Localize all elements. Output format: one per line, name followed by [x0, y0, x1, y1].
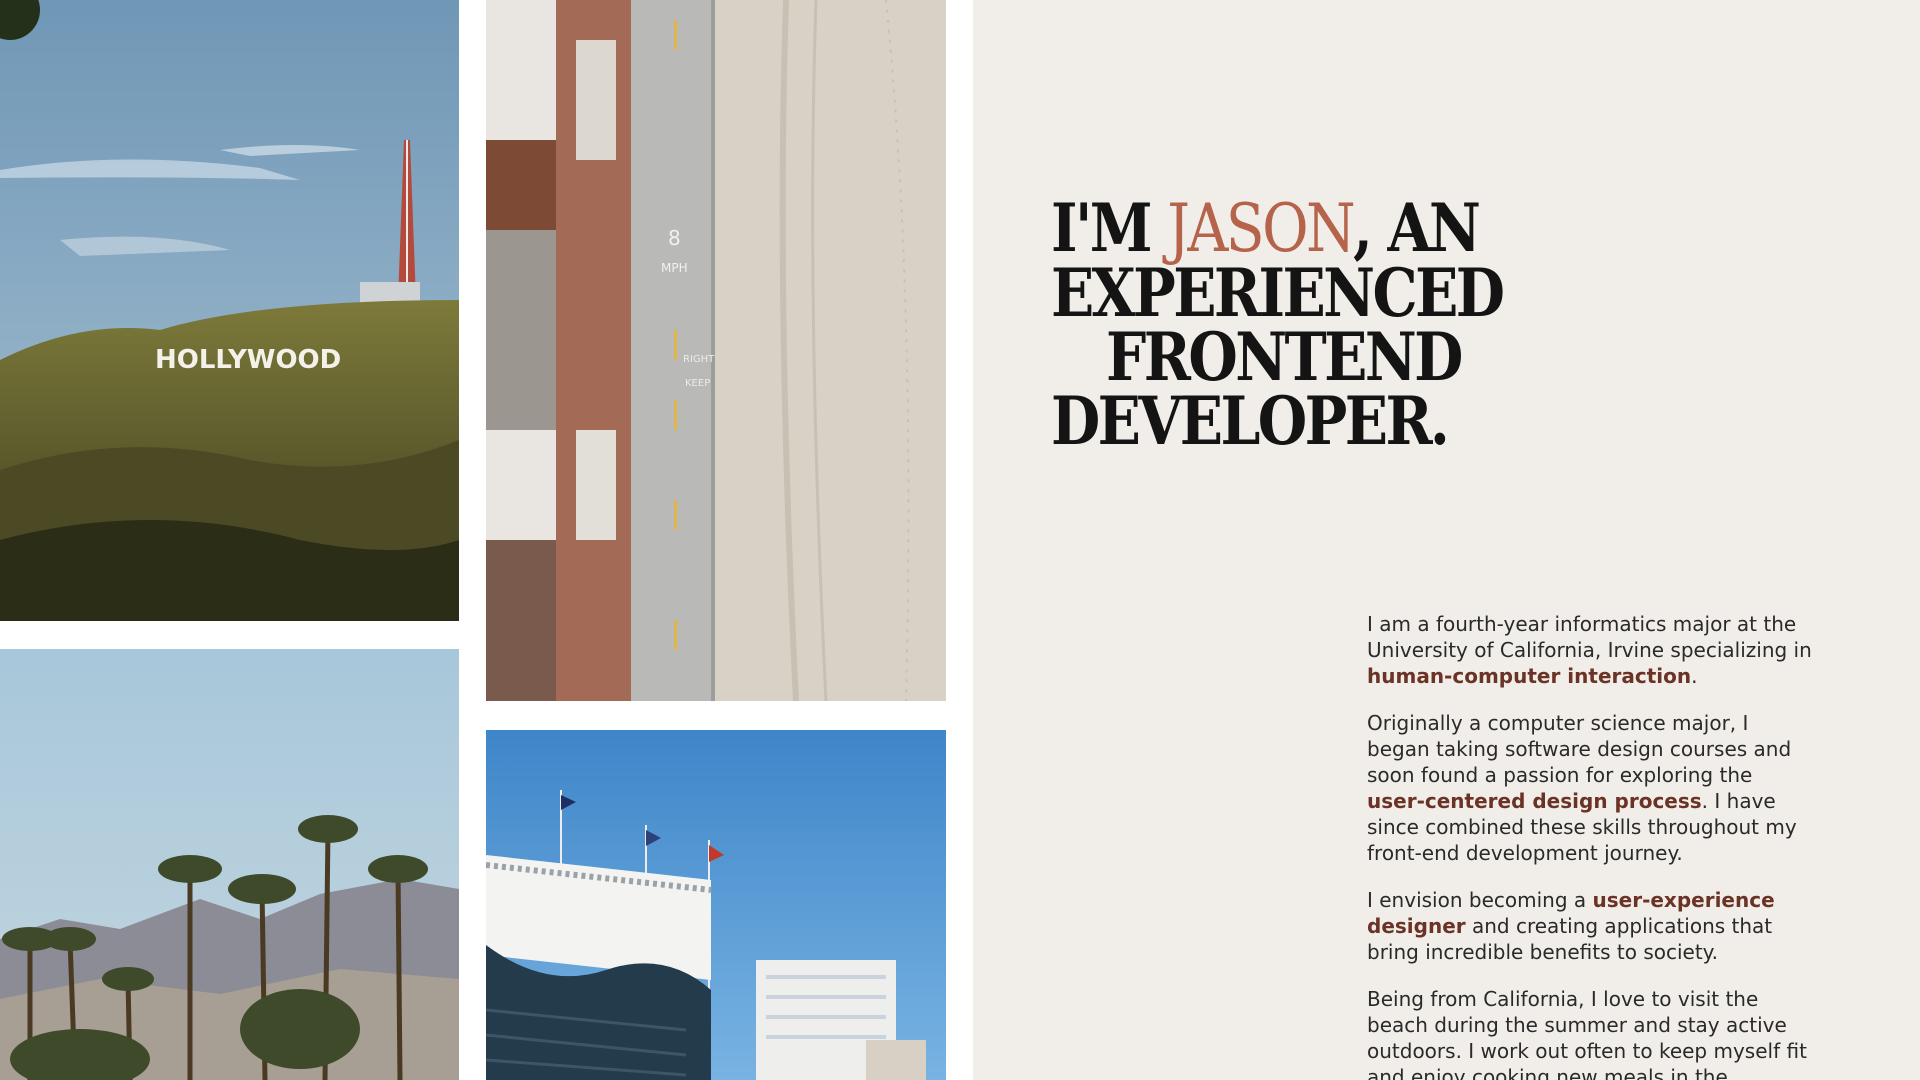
beach-aerial-photo: 8 MPH RIGHT KEEP [486, 0, 946, 701]
road-speed-text: 8 [668, 226, 681, 250]
road-right-text: RIGHT [683, 354, 715, 365]
hollywood-photo: HOLLYWOOD [0, 0, 459, 621]
bio-paragraph-1: I am a fourth-year informatics major at … [1367, 612, 1812, 688]
hero-heading: I'M JASON, AN EXPERIENCED FRONTEND DEVEL… [1051, 195, 1533, 460]
bio-paragraph-2: Originally a computer science major, I b… [1367, 711, 1797, 865]
bio-text: I am a fourth-year informatics major at … [1367, 611, 1815, 1080]
highlight-hci: human-computer interaction [1367, 664, 1692, 688]
bio-paragraph-4: Being from California, I love to visit t… [1367, 987, 1807, 1080]
hero-line-4: DEVELOPER. [1051, 382, 1450, 460]
road-unit-text: MPH [661, 261, 688, 275]
road-keep-text: KEEP [685, 378, 710, 389]
hero-line-1: I'M JASON, AN [1051, 195, 1533, 262]
stadium-photo [486, 730, 946, 1080]
hero-line-3: FRONTEND [1106, 318, 1463, 396]
palm-trees-photo [0, 649, 459, 1080]
highlight-ucd: user-centered design process [1367, 789, 1702, 813]
bio-paragraph-3: I envision becoming a user-experience de… [1367, 888, 1775, 964]
hollywood-sign-text: HOLLYWOOD [155, 345, 341, 375]
intro-panel: I'M JASON, AN EXPERIENCED FRONTEND DEVEL… [973, 0, 1920, 1080]
hero-line-2: EXPERIENCED [1051, 254, 1505, 332]
